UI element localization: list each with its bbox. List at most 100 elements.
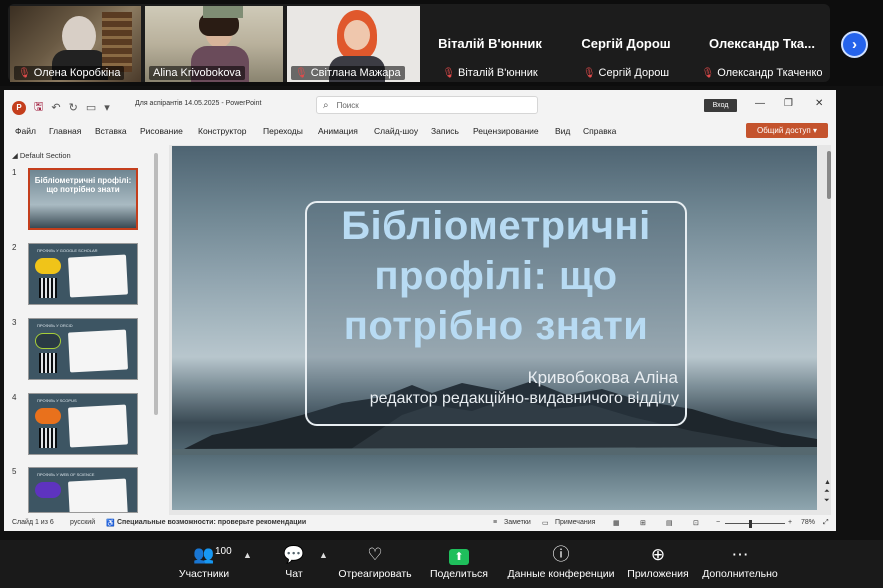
normal-view-icon[interactable]: ▦: [613, 519, 620, 527]
reading-view-icon[interactable]: ▤: [666, 519, 673, 527]
tab-view[interactable]: Вид: [555, 126, 570, 136]
notes-button[interactable]: Заметки: [504, 519, 531, 526]
screenshot-card: [67, 478, 129, 512]
slide-counter: Слайд 1 из 6: [12, 519, 54, 526]
participant-tile-5[interactable]: Сергій Дорош 🎙 Сергій Дорош: [560, 6, 692, 82]
video-tile-2[interactable]: Alina Krivobokova: [145, 6, 283, 82]
chevron-up-icon[interactable]: ▲: [243, 550, 252, 560]
signin-button[interactable]: Вход: [704, 99, 737, 112]
search-box[interactable]: ⌕ Поиск: [316, 96, 538, 114]
more-button[interactable]: ⋯ Дополнительно: [698, 544, 782, 580]
participant-tile-4[interactable]: Віталій В'юнник 🎙 Віталій В'юнник: [424, 6, 556, 82]
qr-code-icon: [39, 428, 57, 448]
video-tile-1[interactable]: 🎙 Олена Коробкіна: [10, 6, 141, 82]
tab-home[interactable]: Главная: [49, 126, 81, 136]
slide-thumbnail-4[interactable]: ПРОФІЛЬ У SCOPUS: [28, 393, 138, 455]
current-slide[interactable]: Бібліометричні профілі: що потрібно знат…: [172, 146, 817, 510]
chevron-up-icon[interactable]: ▲: [319, 550, 328, 560]
participant-display-name: Віталій В'юнник: [438, 36, 542, 51]
react-button[interactable]: ♡ Отреагировать: [336, 544, 414, 580]
participant-tile-6[interactable]: Олександр Тка... 🎙 Олександр Ткаченко: [696, 6, 828, 82]
thumbnail-heading: ПРОФІЛЬ У SCOPUS: [37, 398, 77, 403]
tab-slideshow[interactable]: Слайд-шоу: [374, 126, 418, 136]
screenshot-card: [67, 254, 129, 298]
accessibility-status[interactable]: Специальные возможности: проверьте реком…: [117, 519, 306, 526]
apps-button[interactable]: ⊕ Приложения: [623, 544, 693, 580]
slide-vertical-scrollbar[interactable]: [827, 151, 831, 199]
mic-muted-icon: 🎙: [582, 67, 596, 79]
tab-help[interactable]: Справка: [583, 126, 616, 136]
apps-icon: ⊕: [650, 545, 666, 564]
minimize-icon[interactable]: —: [755, 98, 765, 109]
tab-design[interactable]: Конструктор: [198, 126, 246, 136]
meeting-info-button[interactable]: ⓘ Данные конференции: [504, 544, 618, 580]
thumbnail-number: 5: [12, 467, 17, 476]
section-header[interactable]: ◢ Default Section: [12, 151, 71, 160]
close-icon[interactable]: ✕: [815, 98, 823, 109]
slideshow-view-icon[interactable]: ⊡: [693, 519, 699, 527]
next-participants-button[interactable]: ›: [841, 31, 868, 58]
thumbnail-number: 3: [12, 318, 17, 327]
thumbnail-number: 2: [12, 243, 17, 252]
mic-muted-icon: 🎙: [442, 67, 456, 79]
chevron-right-icon: ›: [852, 36, 857, 53]
zoom-slider-knob[interactable]: [749, 520, 752, 528]
powerpoint-logo-icon: P: [12, 100, 26, 115]
save-icon[interactable]: 🖫: [34, 98, 43, 117]
fit-slide-icon[interactable]: ⤢: [823, 519, 829, 527]
customize-toolbar-icon[interactable]: ▾: [104, 101, 110, 114]
video-tile-3[interactable]: 🎙 Світлана Мажара: [287, 6, 420, 82]
qr-code-icon: [39, 353, 57, 373]
slide-thumbnail-3[interactable]: ПРОФІЛЬ У ORCID: [28, 318, 138, 380]
chat-label: Чат: [285, 568, 303, 580]
chat-button[interactable]: 💬 Чат: [272, 544, 316, 580]
tab-animations[interactable]: Анимация: [318, 126, 358, 136]
participants-label: Участники: [178, 568, 230, 580]
comments-button[interactable]: Примечания: [555, 519, 595, 526]
zoom-slider-track[interactable]: [725, 523, 785, 524]
tab-insert[interactable]: Вставка: [95, 126, 127, 136]
slide-thumbnail-1[interactable]: Бібліометричні профілі: що потрібно знат…: [28, 168, 138, 230]
scopus-logo-icon: [35, 408, 61, 424]
participant-name-label: 🎙 Сергій Дорош: [582, 67, 670, 79]
thumbnail-title: Бібліометричні профілі: що потрібно знат…: [34, 176, 132, 194]
share-button[interactable]: Общий доступ ▾: [746, 123, 828, 138]
slide-sorter-icon[interactable]: ⊞: [640, 519, 646, 527]
participant-display-name: Олександр Тка...: [709, 36, 815, 51]
participant-name-label: Alina Krivobokova: [149, 66, 246, 80]
accessibility-icon: ♿: [106, 520, 115, 527]
thumbnail-scrollbar[interactable]: [154, 153, 158, 415]
thumbnail-number: 1: [12, 168, 17, 177]
search-placeholder: Поиск: [336, 100, 359, 110]
tab-draw[interactable]: Рисование: [140, 126, 183, 136]
zoom-out-icon[interactable]: −: [716, 519, 720, 526]
zoom-in-icon[interactable]: +: [788, 519, 792, 526]
tab-review[interactable]: Рецензирование: [473, 126, 539, 136]
screenshot-card: [67, 329, 129, 373]
notes-icon: ≡: [493, 519, 498, 526]
meeting-info-label: Данные конференции: [507, 568, 615, 580]
comments-icon: ▭: [542, 520, 549, 527]
tab-transitions[interactable]: Переходы: [263, 126, 303, 136]
slide-author-role: редактор редакційно-видавничого відділу: [369, 390, 679, 407]
slide-nav-arrows[interactable]: ▲ ⏶ ⏷: [824, 478, 831, 505]
thumbnail-heading: ПРОФІЛЬ У ORCID: [37, 323, 73, 328]
info-icon: ⓘ: [552, 545, 570, 564]
tab-file[interactable]: Файл: [15, 126, 36, 136]
zoom-level[interactable]: 78%: [801, 519, 815, 526]
restore-icon[interactable]: ❐: [784, 98, 793, 109]
redo-icon[interactable]: ↻: [69, 101, 78, 114]
meeting-toolbar: 👥 Участники 100 ▲ 💬 Чат ▲ ♡ Отреагироват…: [0, 540, 883, 588]
slide-thumbnail-2[interactable]: ПРОФІЛЬ У GOOGLE SCHOLAR: [28, 243, 138, 305]
mic-muted-icon: 🎙: [701, 67, 715, 79]
language-indicator[interactable]: русский: [70, 519, 95, 526]
ribbon-tabs: Файл Главная Вставка Рисование Конструкт…: [4, 124, 836, 140]
undo-icon[interactable]: ↶: [51, 101, 60, 114]
slide-thumbnail-pane: ◢ Default Section 1 Бібліометричні профі…: [4, 145, 164, 515]
zoom-meeting-window: 🎙 Олена Коробкіна Alina Krivobokova 🎙 Світ…: [0, 0, 883, 588]
tab-record[interactable]: Запись: [431, 126, 459, 136]
apps-label: Приложения: [627, 568, 689, 580]
share-screen-button[interactable]: ⬆ Поделиться: [426, 544, 492, 580]
present-icon[interactable]: ▭: [86, 101, 96, 114]
slide-thumbnail-5[interactable]: ПРОФІЛЬ У WEB OF SCIENCE: [28, 467, 138, 513]
